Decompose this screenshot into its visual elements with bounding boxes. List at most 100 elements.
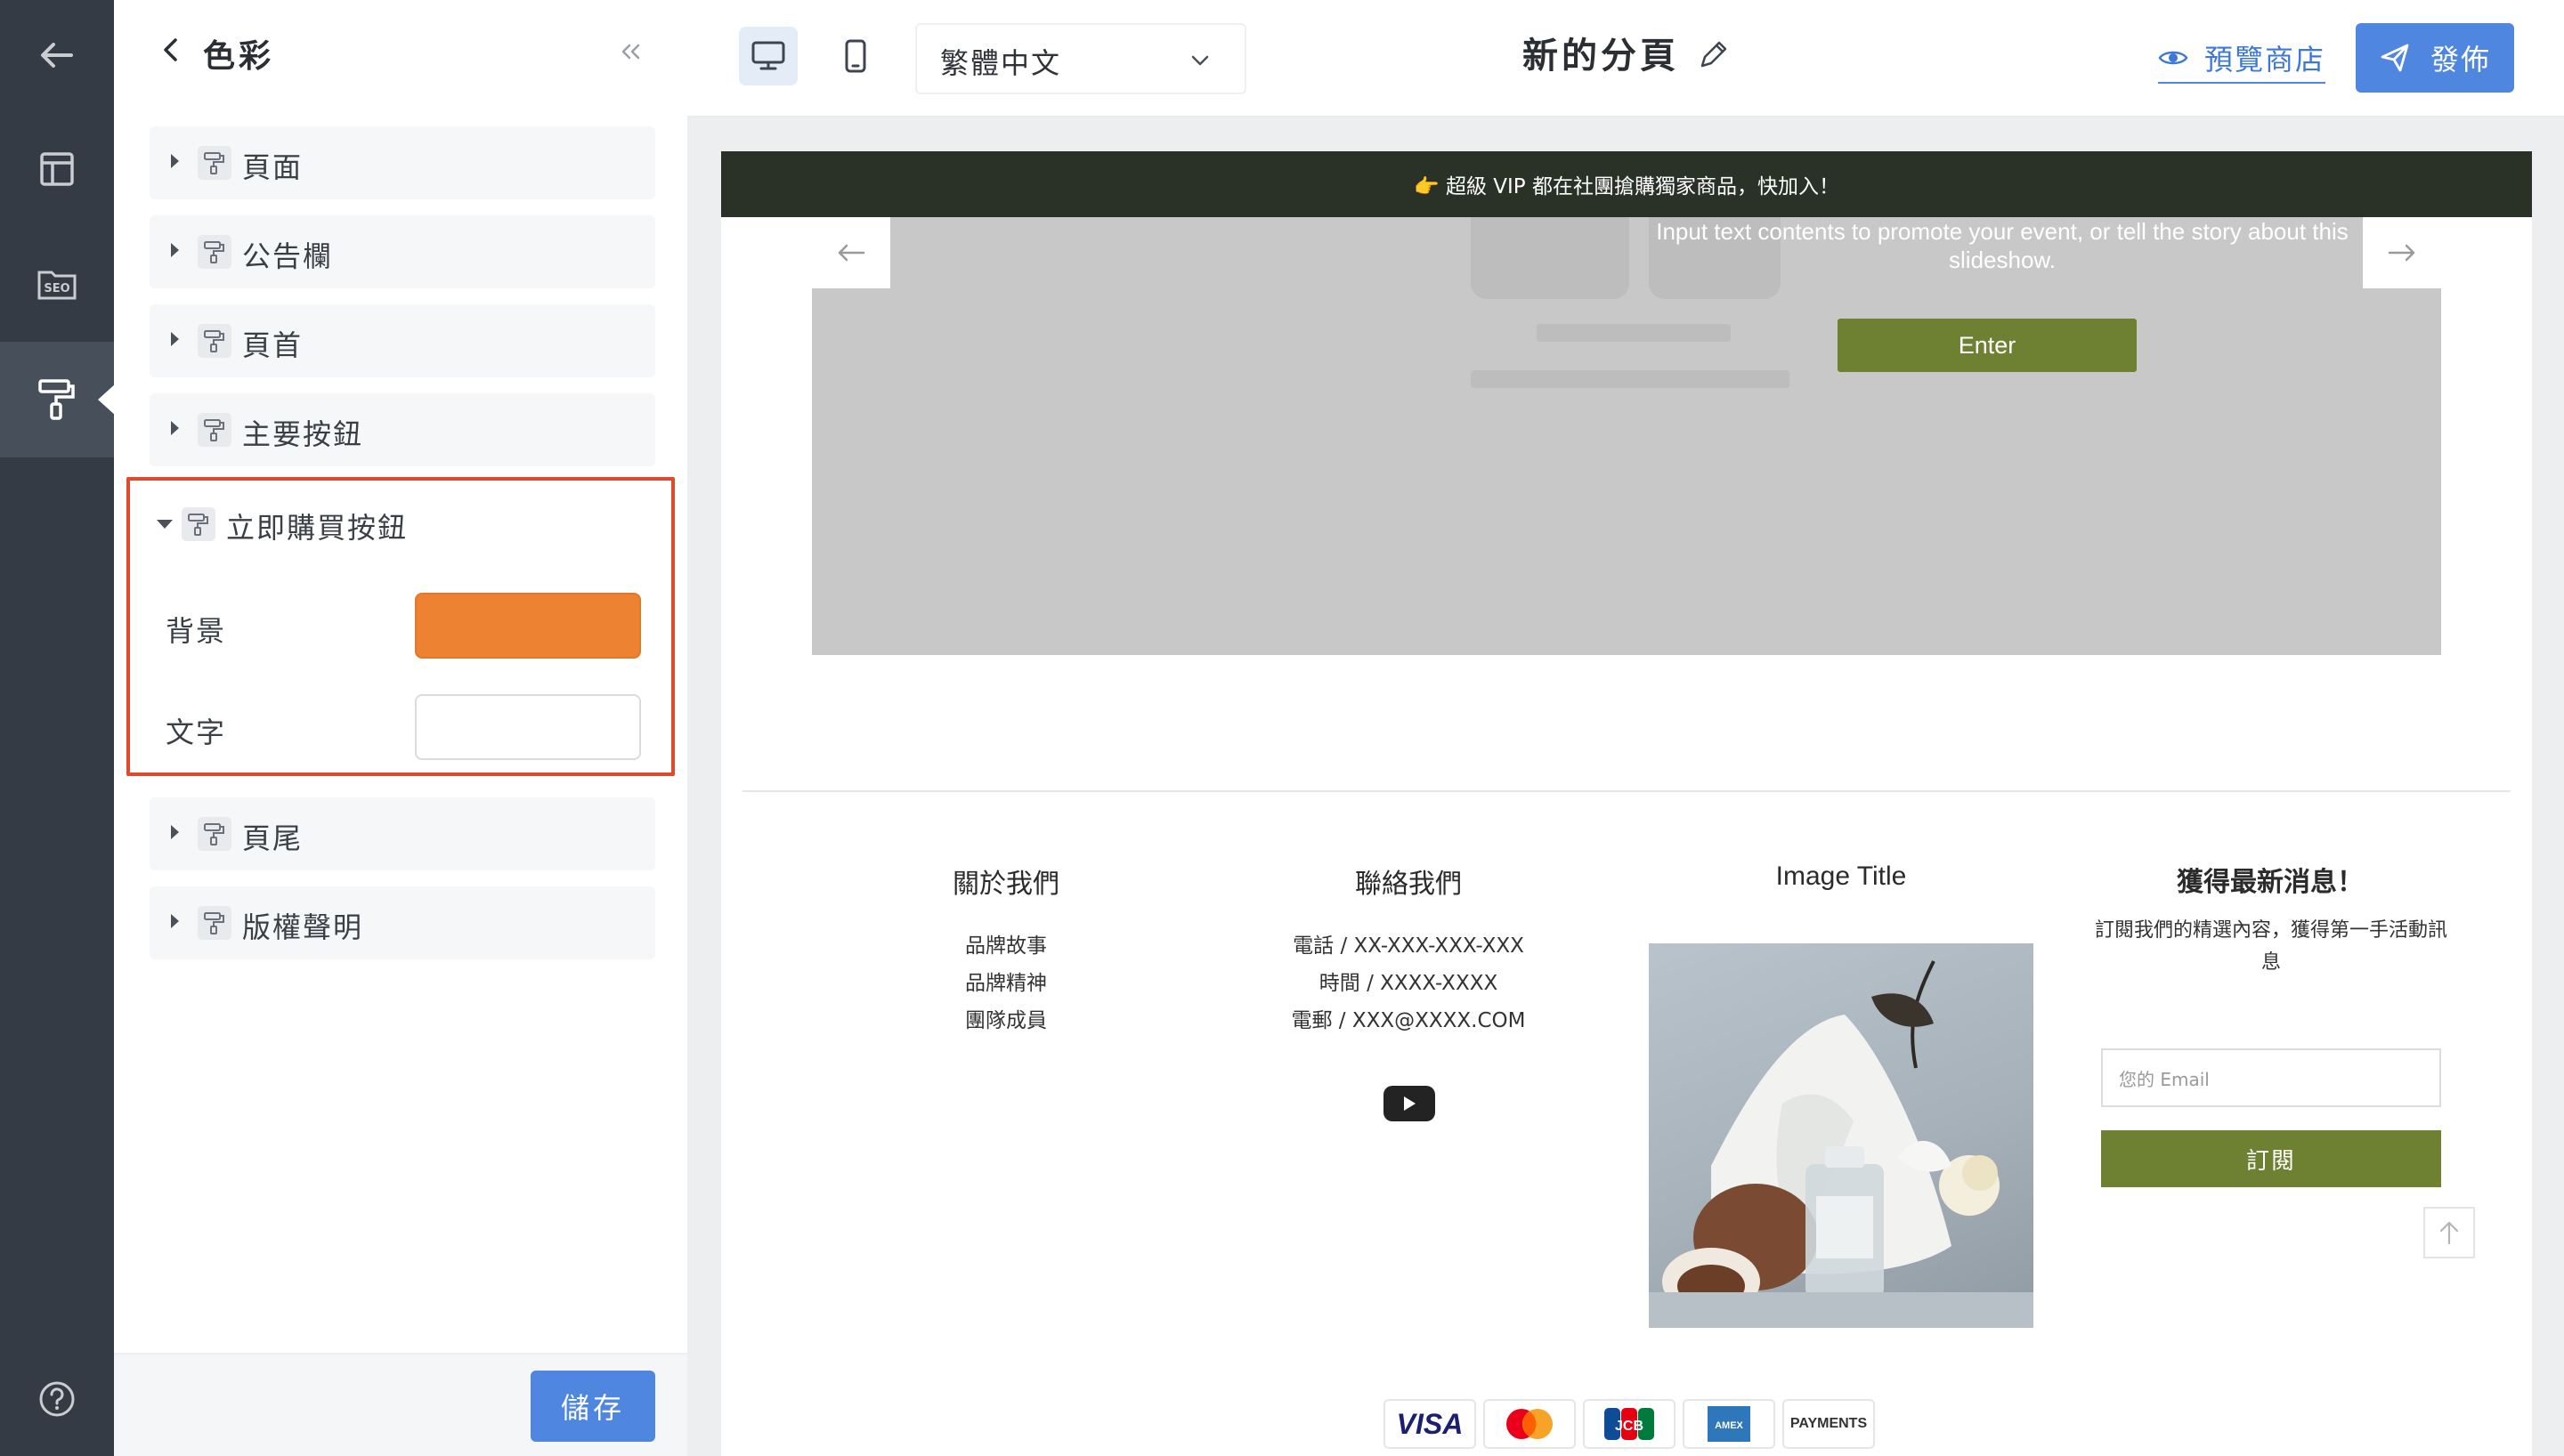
editor-toolbar: 繁體中文 新的分頁 預覽商店 發佈 — [687, 0, 2564, 117]
slideshow-text: Input text contents to promote your even… — [1656, 218, 2349, 273]
edit-pencil-icon[interactable] — [1693, 36, 1732, 75]
paint-roller-icon[interactable] — [0, 342, 116, 457]
caret-right-icon — [171, 332, 179, 346]
footer-about-title: 關於我們 — [953, 869, 1059, 900]
section-label: 版權聲明 — [242, 910, 364, 944]
section-label: 頁尾 — [242, 821, 304, 855]
caret-right-icon — [171, 154, 179, 168]
paint-roller-icon — [198, 324, 231, 358]
slideshow-enter-button[interactable]: Enter — [1838, 319, 2137, 372]
language-select[interactable]: 繁體中文 — [915, 23, 1246, 94]
panel-footer: 儲存 — [114, 1353, 687, 1456]
section-copyright[interactable]: 版權聲明 — [150, 886, 655, 959]
app-window: SEO 色彩 頁面 公告欄 頁首 主要按鈕 立即購買按鈕 背景 文字 頁尾 版權… — [0, 0, 2564, 1456]
caret-right-icon — [171, 825, 179, 839]
payments-icon: PAYMENTS — [1782, 1399, 1875, 1449]
visa-icon: VISA — [1383, 1399, 1476, 1449]
placeholder-shape — [1537, 324, 1731, 342]
panel-title: 色彩 — [203, 38, 275, 75]
footer-link[interactable]: 品牌故事 — [890, 927, 1122, 965]
left-rail: SEO — [0, 0, 116, 1456]
footer-link[interactable]: 團隊成員 — [890, 1002, 1122, 1039]
preview-store-link[interactable]: 預覽商店 — [2158, 34, 2326, 84]
color-settings-panel: 色彩 頁面 公告欄 頁首 主要按鈕 立即購買按鈕 背景 文字 頁尾 版權聲明 儲… — [114, 0, 687, 1456]
section-label: 公告欄 — [242, 239, 334, 273]
slide-next-area — [2363, 217, 2532, 288]
send-icon — [2381, 44, 2409, 72]
section-primary-button[interactable]: 主要按鈕 — [150, 393, 655, 466]
footer-product-image — [1649, 943, 2033, 1328]
slide-prev-area — [721, 217, 890, 288]
chevron-down-icon — [1188, 48, 1213, 73]
jcb-icon: JCB — [1583, 1399, 1676, 1449]
caret-right-icon — [171, 421, 179, 435]
newsletter-email-input[interactable]: 您的 Email — [2101, 1048, 2441, 1107]
placeholder-shape — [1471, 370, 1789, 388]
preview-store-label: 預覽商店 — [2204, 43, 2326, 77]
paint-roller-icon — [198, 235, 231, 269]
caret-right-icon — [171, 914, 179, 928]
svg-text:SEO: SEO — [44, 282, 69, 295]
slideshow[interactable]: Input text contents to promote your even… — [812, 217, 2441, 655]
arrow-up-icon[interactable] — [2423, 1207, 2475, 1258]
help-icon[interactable] — [11, 1353, 103, 1445]
publish-label: 發佈 — [2430, 43, 2491, 77]
paint-roller-icon — [198, 906, 231, 940]
footer-contact-title: 聯絡我們 — [1355, 869, 1462, 900]
footer-about-links: 品牌故事 品牌精神 團隊成員 — [890, 927, 1122, 1039]
youtube-icon[interactable] — [1383, 1086, 1435, 1121]
section-page[interactable]: 頁面 — [150, 126, 655, 199]
text-field-label: 文字 — [166, 716, 227, 749]
mobile-view-icon[interactable] — [826, 27, 885, 85]
section-label: 頁面 — [242, 150, 304, 184]
publish-button[interactable]: 發佈 — [2356, 23, 2514, 93]
section-label[interactable]: 立即購買按鈕 — [226, 506, 408, 546]
subscribe-button[interactable]: 訂閱 — [2101, 1130, 2441, 1187]
desktop-view-icon[interactable] — [739, 27, 798, 85]
contact-phone: 電話 / XX-XXX-XXX-XXX — [1293, 934, 1524, 958]
section-buy-now-button-expanded: 立即購買按鈕 背景 文字 — [126, 477, 675, 776]
background-field-label: 背景 — [166, 614, 227, 648]
text-color-swatch[interactable] — [415, 694, 641, 760]
svg-text:AMEX: AMEX — [1715, 1420, 1743, 1431]
placeholder-shape — [1471, 217, 1629, 299]
collapse-panel-icon[interactable] — [613, 34, 648, 69]
paint-roller-icon — [198, 146, 231, 180]
section-footer[interactable]: 頁尾 — [150, 797, 655, 870]
contact-email: 電郵 / XXX@XXXX.COM — [1291, 1009, 1526, 1032]
back-arrow-icon[interactable] — [11, 9, 103, 101]
save-button[interactable]: 儲存 — [531, 1371, 655, 1442]
section-divider — [742, 790, 2511, 792]
announcement-bar[interactable]: 👉 超級 VIP 都在社團搶購獨家商品，快加入！ — [721, 151, 2532, 217]
section-header[interactable]: 頁首 — [150, 304, 655, 377]
footer-contact-lines: 電話 / XX-XXX-XXX-XXX 時間 / XXXX-XXXX 電郵 / … — [1230, 927, 1586, 1039]
section-label: 主要按鈕 — [242, 417, 364, 451]
arrow-right-icon[interactable] — [2363, 217, 2441, 288]
panel-header: 色彩 — [114, 0, 687, 107]
preview-canvas: 👉 超級 VIP 都在社團搶購獨家商品，快加入！ Input text cont… — [687, 117, 2564, 1456]
chevron-left-icon[interactable] — [153, 32, 189, 68]
footer-newsletter-desc: 訂閱我們的精選內容，獲得第一手活動訊息 — [2094, 919, 2447, 974]
section-announcement[interactable]: 公告欄 — [150, 215, 655, 288]
footer-link[interactable]: 品牌精神 — [890, 965, 1122, 1002]
footer-newsletter-title: 獲得最新消息！ — [2177, 867, 2364, 898]
language-select-value: 繁體中文 — [940, 46, 1062, 80]
page-title: 新的分頁 — [1522, 36, 1679, 77]
layout-icon[interactable] — [11, 123, 103, 215]
paint-roller-icon — [198, 413, 231, 447]
arrow-left-icon[interactable] — [812, 217, 890, 288]
store-page-preview: 👉 超級 VIP 都在社團搶購獨家商品，快加入！ Input text cont… — [721, 151, 2532, 1456]
amex-icon: AMEX — [1683, 1399, 1775, 1449]
paint-roller-icon — [198, 817, 231, 851]
seo-icon[interactable]: SEO — [11, 237, 103, 329]
svg-text:JCB: JCB — [1615, 1419, 1643, 1434]
section-label: 頁首 — [242, 328, 304, 362]
footer-image-title: Image Title — [1775, 861, 1907, 891]
caret-right-icon — [171, 243, 179, 257]
mastercard-icon — [1483, 1399, 1576, 1449]
eye-icon — [2158, 51, 2188, 65]
background-color-swatch[interactable] — [415, 593, 641, 659]
caret-down-icon[interactable] — [157, 520, 173, 529]
paint-roller-icon — [182, 507, 215, 541]
contact-hours: 時間 / XXXX-XXXX — [1319, 972, 1498, 995]
